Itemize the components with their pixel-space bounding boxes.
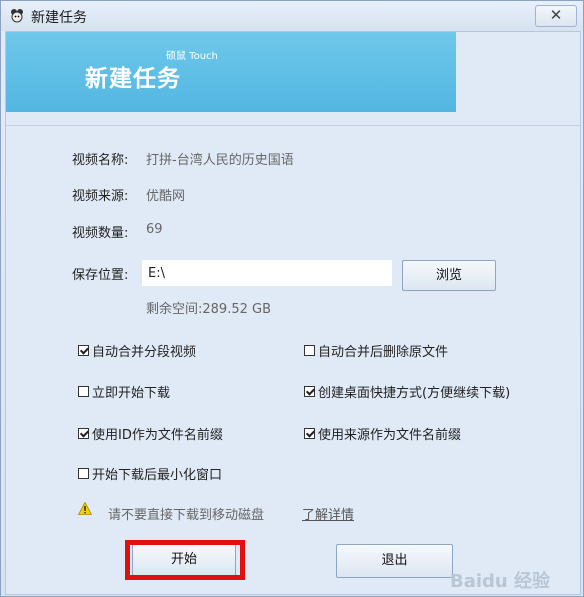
option-source-prefix-label: 使用来源作为文件名前缀 xyxy=(318,428,462,443)
divider xyxy=(6,125,580,126)
new-task-dialog: 新建任务 ✕ 硕鼠 Touch 新建任务 视频名称: 打拼-台湾人民的历史国语 … xyxy=(0,0,584,597)
title-bar[interactable]: 新建任务 ✕ xyxy=(1,1,583,31)
video-name-label: 视频名称: xyxy=(72,153,129,168)
option-id-prefix-label: 使用ID作为文件名前缀 xyxy=(92,428,223,443)
checkbox-download-now[interactable] xyxy=(78,386,89,397)
option-minimize-on-start[interactable]: 开始下载后最小化窗口 xyxy=(78,464,222,483)
start-button[interactable]: 开始 xyxy=(132,544,236,576)
warning-icon xyxy=(78,502,92,515)
video-count-value: 69 xyxy=(146,222,163,237)
checkbox-desktop-shortcut[interactable] xyxy=(304,386,315,397)
header-banner: 硕鼠 Touch 新建任务 xyxy=(6,32,456,112)
option-download-now-label: 立即开始下载 xyxy=(92,386,171,401)
banner-title: 新建任务 xyxy=(85,66,181,92)
learn-more-link[interactable]: 了解详情 xyxy=(302,504,354,523)
watermark: Baidu 经验 xyxy=(450,571,551,592)
free-space-text: 剩余空间:289.52 GB xyxy=(146,302,271,317)
option-minimize-on-start-label: 开始下载后最小化窗口 xyxy=(92,468,223,483)
option-desktop-shortcut-label: 创建桌面快捷方式(方便继续下载) xyxy=(318,386,511,401)
option-desktop-shortcut[interactable]: 创建桌面快捷方式(方便继续下载) xyxy=(304,382,510,401)
option-merge-segments[interactable]: 自动合并分段视频 xyxy=(78,341,196,360)
exit-button[interactable]: 退出 xyxy=(336,544,453,578)
warning-row xyxy=(78,502,92,515)
checkbox-source-prefix[interactable] xyxy=(304,428,315,439)
dialog-content: 硕鼠 Touch 新建任务 视频名称: 打拼-台湾人民的历史国语 视频来源: 优… xyxy=(5,31,581,595)
window-title: 新建任务 xyxy=(31,10,87,26)
video-source-value: 优酷网 xyxy=(146,189,186,204)
close-icon: ✕ xyxy=(549,6,563,24)
checkbox-delete-after-merge[interactable] xyxy=(304,345,315,356)
option-id-prefix[interactable]: 使用ID作为文件名前缀 xyxy=(78,424,223,443)
checkbox-id-prefix[interactable] xyxy=(78,428,89,439)
checkbox-minimize-on-start[interactable] xyxy=(78,468,89,479)
video-name-value: 打拼-台湾人民的历史国语 xyxy=(146,153,294,168)
browse-button[interactable]: 浏览 xyxy=(402,260,496,291)
option-delete-after-merge[interactable]: 自动合并后删除原文件 xyxy=(304,341,448,360)
app-mouse-icon xyxy=(9,7,25,23)
option-delete-after-merge-label: 自动合并后删除原文件 xyxy=(318,345,449,360)
close-button[interactable]: ✕ xyxy=(535,5,577,27)
video-count-label: 视频数量: xyxy=(72,226,129,241)
save-location-label: 保存位置: xyxy=(72,268,129,283)
option-download-now[interactable]: 立即开始下载 xyxy=(78,382,170,401)
video-source-label: 视频来源: xyxy=(72,189,129,204)
option-merge-segments-label: 自动合并分段视频 xyxy=(92,345,197,360)
save-path-input[interactable] xyxy=(142,260,392,286)
warning-text: 请不要直接下载到移动磁盘 xyxy=(108,508,265,523)
option-source-prefix[interactable]: 使用来源作为文件名前缀 xyxy=(304,424,461,443)
checkbox-merge-segments[interactable] xyxy=(78,345,89,356)
